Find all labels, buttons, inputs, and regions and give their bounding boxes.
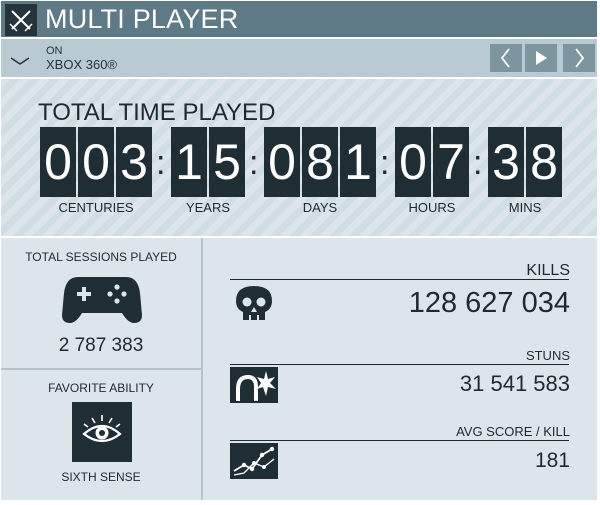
time-played-title: TOTAL TIME PLAYED bbox=[38, 99, 276, 126]
ability-value: SIXTH SENSE bbox=[61, 470, 141, 484]
digit-mins-1: 3 bbox=[488, 127, 524, 197]
divider bbox=[230, 279, 569, 280]
avg-score-value: 181 bbox=[534, 449, 570, 472]
platform-name: XBOX 360® bbox=[46, 57, 118, 72]
digit-days-1: 0 bbox=[264, 127, 300, 197]
prev-button[interactable] bbox=[490, 44, 522, 72]
unit-label-mins: MINS bbox=[508, 200, 542, 215]
avg-score-label: AVG SCORE / KILL bbox=[456, 424, 570, 439]
gamepad-icon bbox=[62, 273, 142, 325]
kills-value: 128 627 034 bbox=[408, 287, 570, 319]
stuns-label: STUNS bbox=[525, 348, 570, 363]
play-button[interactable] bbox=[525, 44, 557, 72]
chevron-right-icon bbox=[575, 48, 585, 68]
play-icon bbox=[536, 51, 547, 65]
divider bbox=[230, 440, 569, 441]
sessions-value: 2 787 383 bbox=[58, 335, 144, 356]
eye-icon bbox=[72, 402, 132, 462]
score-graph-icon bbox=[230, 443, 278, 479]
crossed-swords-icon bbox=[5, 4, 37, 36]
unit-label-hours: HOURS bbox=[408, 200, 456, 215]
divider bbox=[230, 364, 569, 365]
digit-centuries-3: 3 bbox=[116, 127, 152, 197]
chevron-down-icon[interactable] bbox=[10, 53, 30, 65]
skull-icon bbox=[232, 284, 276, 324]
digit-days-2: 8 bbox=[302, 127, 338, 197]
digit-hours-1: 0 bbox=[395, 127, 431, 197]
digit-hours-2: 7 bbox=[433, 127, 469, 197]
unit-label-years: YEARS bbox=[185, 200, 231, 215]
divider bbox=[1, 368, 201, 370]
digit-years-2: 5 bbox=[209, 127, 245, 197]
digit-centuries-2: 0 bbox=[78, 127, 114, 197]
time-separator: : bbox=[249, 144, 259, 182]
platform-prefix: ON bbox=[46, 45, 63, 57]
stuns-value: 31 541 583 bbox=[459, 371, 570, 396]
chevron-left-icon bbox=[500, 48, 510, 68]
stun-icon bbox=[230, 367, 278, 403]
ability-label: FAVORITE ABILITY bbox=[48, 381, 154, 395]
time-separator: : bbox=[380, 144, 390, 182]
multiplayer-stats-window: MULTI PLAYER ON XBOX 360® TOTAL TIME PLA… bbox=[0, 0, 600, 505]
digit-mins-2: 8 bbox=[526, 127, 562, 197]
time-separator: : bbox=[473, 144, 483, 182]
title-bar: MULTI PLAYER bbox=[1, 1, 597, 37]
platform-bar: ON XBOX 360® bbox=[1, 39, 597, 77]
time-separator: : bbox=[156, 144, 166, 182]
sessions-label: TOTAL SESSIONS PLAYED bbox=[25, 250, 177, 264]
digit-centuries-1: 0 bbox=[40, 127, 76, 197]
digit-years-1: 1 bbox=[171, 127, 207, 197]
digit-days-3: 1 bbox=[340, 127, 376, 197]
next-button[interactable] bbox=[563, 44, 595, 72]
page-title: MULTI PLAYER bbox=[45, 4, 239, 34]
divider bbox=[201, 238, 203, 500]
unit-label-days: DAYS bbox=[302, 200, 338, 215]
kills-label: KILLS bbox=[526, 262, 570, 279]
unit-label-centuries: CENTURIES bbox=[58, 200, 134, 215]
